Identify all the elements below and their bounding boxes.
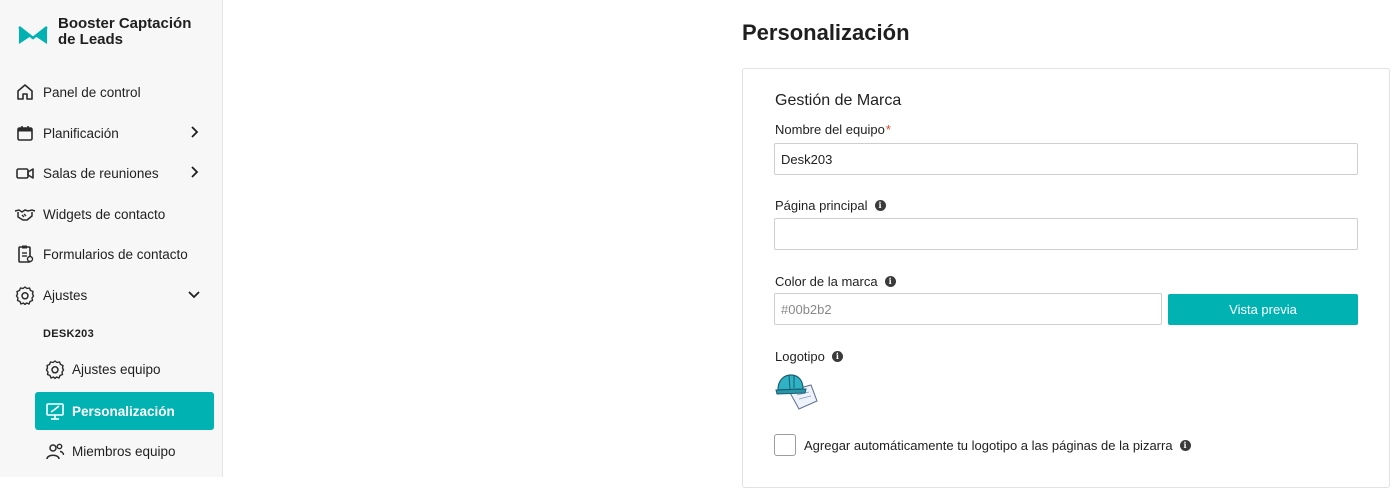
sidebar-item-label: Formularios de contacto — [43, 246, 188, 262]
chevron-right-icon — [191, 126, 199, 138]
info-icon[interactable]: i — [884, 276, 896, 287]
homepage-label: Página principal i — [775, 198, 886, 213]
handshake-icon — [14, 203, 36, 225]
sidebar-item-label: Panel de control — [43, 84, 141, 100]
homepage-label-text: Página principal — [775, 198, 868, 213]
gear-icon — [45, 359, 65, 379]
sidebar-subitem-ajustes-equipo[interactable]: Ajustes equipo — [35, 350, 214, 388]
brand[interactable]: Booster Captación de Leads — [18, 16, 208, 48]
info-icon[interactable]: i — [1179, 440, 1191, 451]
brand-color-field[interactable] — [774, 293, 1162, 325]
sidebar-subitem-label: Miembros equipo — [72, 443, 176, 459]
auto-logo-checkbox[interactable] — [774, 434, 796, 456]
home-icon — [14, 81, 36, 103]
sidebar-item-label: Ajustes — [43, 287, 88, 303]
brand-name: Booster Captación de Leads — [58, 15, 192, 48]
sidebar: Booster Captación de Leads Panel de cont… — [0, 0, 223, 477]
brand-logo-icon — [18, 25, 48, 44]
sidebar-subitem-miembros-equipo[interactable]: Miembros equipo — [35, 432, 214, 470]
info-icon[interactable]: i — [831, 351, 843, 362]
sidebar-item-salas-de-reuniones[interactable]: Salas de reuniones — [14, 160, 214, 186]
team-name-field[interactable] — [774, 143, 1358, 175]
brand-color-label-text: Color de la marca — [775, 274, 878, 289]
video-icon — [14, 162, 36, 184]
sidebar-item-label: Widgets de contacto — [43, 206, 166, 222]
sidebar-subitem-label: Ajustes equipo — [72, 361, 161, 377]
info-icon[interactable]: i — [874, 200, 886, 211]
sidebar-item-formularios-de-contacto[interactable]: Formularios de contacto — [14, 241, 214, 267]
brand-color-label: Color de la marca i — [775, 274, 896, 289]
sidebar-item-planificacion[interactable]: Planificación — [14, 120, 214, 146]
auto-logo-label-text: Agregar automáticamente tu logotipo a la… — [804, 438, 1173, 453]
chevron-down-icon — [188, 291, 200, 299]
sidebar-subitem-personalizacion[interactable]: Personalización — [35, 392, 214, 430]
team-name-label: Nombre del equipo * — [775, 122, 891, 137]
gear-icon — [14, 284, 36, 306]
logo-label-text: Logotipo — [775, 349, 825, 364]
sidebar-item-label: Planificación — [43, 125, 119, 141]
sidebar-item-widgets-de-contacto[interactable]: Widgets de contacto — [14, 201, 214, 227]
team-section-label: DESK203 — [43, 328, 95, 340]
preview-button[interactable]: Vista previa — [1168, 294, 1358, 325]
form-icon — [14, 243, 36, 265]
sidebar-item-panel-de-control[interactable]: Panel de control — [14, 79, 214, 105]
sidebar-item-label: Salas de reuniones — [43, 165, 159, 181]
chevron-right-icon — [191, 166, 199, 178]
logo-image[interactable] — [775, 371, 819, 411]
homepage-field[interactable] — [774, 218, 1358, 250]
brand-management-card: Gestión de Marca Nombre del equipo* Pági… — [742, 68, 1390, 488]
sidebar-item-ajustes[interactable]: Ajustes — [14, 282, 214, 308]
card-title: Gestión de Marca — [775, 92, 902, 109]
page-title: Personalización — [742, 20, 910, 45]
logo-label: Logotipo i — [775, 349, 843, 364]
people-icon — [45, 441, 65, 461]
sidebar-subitem-label: Personalización — [72, 403, 175, 419]
auto-logo-label: Agregar automáticamente tu logotipo a la… — [804, 438, 1191, 453]
required-mark: * — [885, 122, 891, 137]
calendar-icon — [14, 122, 36, 144]
team-name-label-text: Nombre del equipo — [775, 122, 885, 137]
monitor-brush-icon — [45, 401, 65, 421]
